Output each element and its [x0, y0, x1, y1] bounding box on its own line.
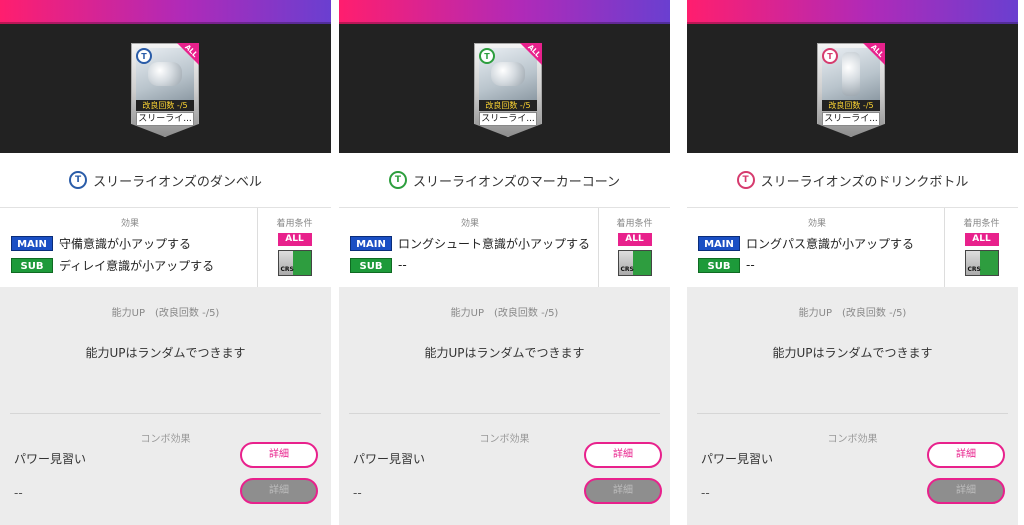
item-hero-area: ALL T 改良回数 -/5 スリーライ...: [0, 24, 331, 153]
t-shirt-icon: T: [822, 48, 838, 64]
main-effect-text: ロングパス意識が小アップする: [746, 236, 915, 251]
card-name: スリーライ...: [136, 112, 194, 126]
ability-up-text: 能力UPはランダムでつきます: [772, 346, 933, 360]
ability-up-text: 能力UPはランダムでつきます: [424, 346, 585, 360]
combo-name: パワー見習い: [14, 452, 87, 466]
combo-empty: --: [353, 486, 362, 500]
ability-up-text: 能力UPはランダムでつきます: [85, 346, 246, 360]
crs-position-icon: CRS: [277, 250, 312, 276]
card-improve-count: 改良回数 -/5: [822, 100, 880, 111]
effect-main: 効果 MAIN ロングシュート意識が小アップする SUB --: [339, 208, 598, 288]
main-tag: MAIN: [11, 235, 53, 251]
divider: [10, 413, 321, 414]
divider: [349, 413, 660, 414]
main-effect-text: ロングシュート意識が小アップする: [398, 236, 591, 251]
item-title: スリーライオンズのマーカーコーン: [412, 174, 621, 190]
condition-all-badge: ALL: [277, 233, 312, 246]
sub-tag: SUB: [11, 257, 53, 273]
t-shirt-icon: T: [479, 48, 495, 64]
sub-effect-row: SUB ディレイ意識が小アップする: [11, 254, 249, 276]
main-effect-row: MAIN ロングシュート意識が小アップする: [350, 232, 590, 254]
effect-section: 効果 MAIN ロングシュート意識が小アップする SUB -- 着用条件 ALL…: [339, 208, 670, 288]
drink-bottle-shape: [842, 52, 860, 96]
wear-condition-label: 着用条件: [963, 219, 1000, 229]
detail-button-disabled: 詳細: [240, 478, 318, 504]
item-panel-3: ALL T 改良回数 -/5 スリーライ... T スリーライオンズのドリンクボ…: [687, 0, 1018, 525]
wear-condition: 着用条件 ALL CRS: [944, 208, 1018, 288]
t-shirt-icon: T: [69, 171, 88, 189]
sub-effect-text: --: [746, 258, 755, 272]
detail-button[interactable]: 詳細: [927, 442, 1005, 468]
t-shirt-icon: T: [736, 171, 755, 189]
detail-button[interactable]: 詳細: [584, 442, 662, 468]
wear-condition: 着用条件 ALL CRS: [598, 208, 670, 288]
effect-main: 効果 MAIN ロングパス意識が小アップする SUB --: [687, 208, 944, 288]
combo-empty: --: [701, 486, 710, 500]
item-compare-screen: ALL T 改良回数 -/5 スリーライ... T スリーライオンズのダンベル …: [0, 0, 1024, 525]
card-improve-count: 改良回数 -/5: [136, 100, 194, 111]
ability-combo-section: 能力UP (改良回数 -/5) 能力UPはランダムでつきます コンボ効果 パワー…: [687, 287, 1018, 525]
condition-all-badge: ALL: [617, 233, 652, 246]
main-effect-text: 守備意識が小アップする: [59, 236, 192, 251]
ability-up-title: 能力UP (改良回数 -/5): [450, 308, 559, 319]
item-panel-1: ALL T 改良回数 -/5 スリーライ... T スリーライオンズのダンベル …: [0, 0, 331, 525]
sub-tag: SUB: [698, 257, 740, 273]
effect-main: 効果 MAIN 守備意識が小アップする SUB ディレイ意識が小アップする: [0, 208, 257, 288]
item-hero-area: ALL T 改良回数 -/5 スリーライ...: [339, 24, 670, 153]
wear-condition: 着用条件 ALL CRS: [257, 208, 331, 288]
wear-condition-label: 着用条件: [616, 219, 653, 229]
item-card[interactable]: ALL T 改良回数 -/5 スリーライ...: [817, 43, 885, 137]
item-hero-area: ALL T 改良回数 -/5 スリーライ...: [687, 24, 1018, 153]
card-name: スリーライ...: [479, 112, 537, 126]
effect-label: 効果: [807, 219, 826, 229]
detail-button-disabled: 詳細: [584, 478, 662, 504]
card-name: スリーライ...: [822, 112, 880, 126]
sub-effect-text: ディレイ意識が小アップする: [59, 258, 215, 273]
item-panel-2: ALL T 改良回数 -/5 スリーライ... T スリーライオンズのマーカーコ…: [339, 0, 670, 525]
item-title-row: T スリーライオンズのドリンクボトル: [687, 153, 1018, 208]
sub-tag: SUB: [350, 257, 392, 273]
t-shirt-icon: T: [388, 171, 407, 189]
effect-section: 効果 MAIN 守備意識が小アップする SUB ディレイ意識が小アップする 着用…: [0, 208, 331, 288]
detail-button[interactable]: 詳細: [240, 442, 318, 468]
t-shirt-icon: T: [136, 48, 152, 64]
combo-name: パワー見習い: [701, 452, 774, 466]
effect-label: 効果: [461, 219, 480, 229]
item-card[interactable]: ALL T 改良回数 -/5 スリーライ...: [131, 43, 199, 137]
ability-combo-section: 能力UP (改良回数 -/5) 能力UPはランダムでつきます コンボ効果 パワー…: [0, 287, 331, 525]
item-title-row: T スリーライオンズのマーカーコーン: [339, 153, 670, 208]
effect-section: 効果 MAIN ロングパス意識が小アップする SUB -- 着用条件 ALL C…: [687, 208, 1018, 288]
sub-effect-text: --: [398, 258, 407, 272]
condition-all-badge: ALL: [964, 233, 999, 246]
item-title-row: T スリーライオンズのダンベル: [0, 153, 331, 208]
ability-combo-section: 能力UP (改良回数 -/5) 能力UPはランダムでつきます コンボ効果 パワー…: [339, 287, 670, 525]
item-card[interactable]: ALL T 改良回数 -/5 スリーライ...: [474, 43, 542, 137]
main-effect-row: MAIN ロングパス意識が小アップする: [698, 232, 936, 254]
marker-cone-shape: [491, 62, 525, 86]
crs-position-icon: CRS: [617, 250, 652, 276]
header-gradient-bar: [0, 0, 331, 24]
header-gradient-bar: [687, 0, 1018, 24]
combo-name: パワー見習い: [353, 452, 426, 466]
main-tag: MAIN: [350, 235, 392, 251]
ability-up-title: 能力UP (改良回数 -/5): [798, 308, 907, 319]
item-title: スリーライオンズのドリンクボトル: [760, 174, 969, 190]
sub-effect-row: SUB --: [350, 254, 590, 276]
header-gradient-bar: [339, 0, 670, 24]
detail-button-disabled: 詳細: [927, 478, 1005, 504]
card-improve-count: 改良回数 -/5: [479, 100, 537, 111]
dumbbell-shape: [148, 62, 182, 86]
crs-position-icon: CRS: [964, 250, 999, 276]
wear-condition-label: 着用条件: [276, 219, 313, 229]
divider: [697, 413, 1008, 414]
main-tag: MAIN: [698, 235, 740, 251]
main-effect-row: MAIN 守備意識が小アップする: [11, 232, 249, 254]
effect-label: 効果: [120, 219, 139, 229]
item-title: スリーライオンズのダンベル: [93, 174, 262, 190]
combo-empty: --: [14, 486, 23, 500]
ability-up-title: 能力UP (改良回数 -/5): [111, 308, 220, 319]
sub-effect-row: SUB --: [698, 254, 936, 276]
